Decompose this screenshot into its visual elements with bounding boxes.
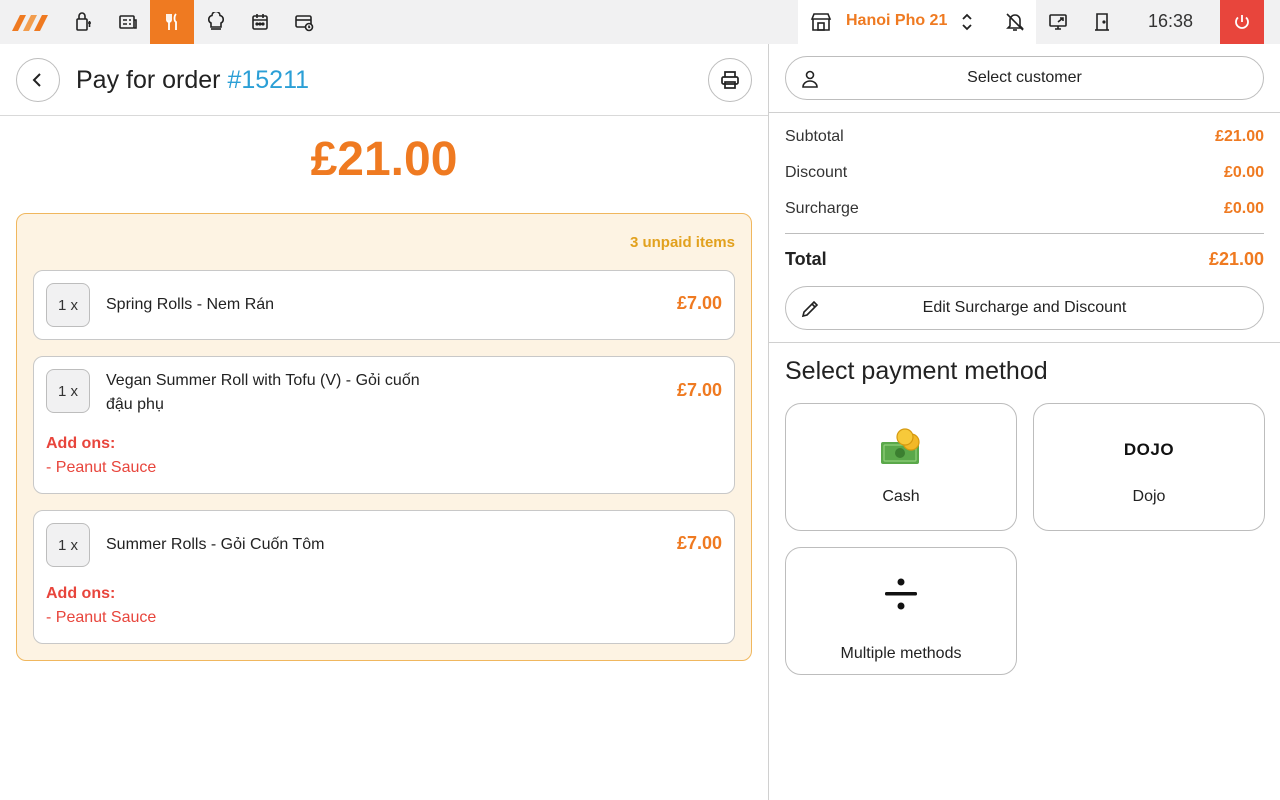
- subtotal-row: Subtotal £21.00: [785, 128, 1264, 146]
- page-title: Pay for order #15211: [76, 66, 309, 95]
- item-name: Spring Rolls - Nem Rán: [106, 296, 275, 313]
- subtotal-value: £21.00: [1215, 128, 1264, 145]
- total-value: £21.00: [1208, 249, 1264, 269]
- store-name[interactable]: Hanoi Pho 21: [846, 12, 947, 30]
- item-price: £7.00: [676, 293, 722, 313]
- item-quantity[interactable]: 1 x: [46, 523, 90, 567]
- edit-surcharge-discount-button[interactable]: Edit Surcharge and Discount: [785, 286, 1264, 330]
- user-icon: [802, 70, 818, 88]
- order-number: #15211: [227, 66, 310, 94]
- order-item[interactable]: 1 x Vegan Summer Roll with Tofu (V) - Gỏ…: [33, 356, 735, 494]
- power-button[interactable]: [1220, 0, 1264, 44]
- back-button[interactable]: [16, 58, 60, 102]
- unpaid-count: 3 unpaid items: [629, 234, 735, 251]
- surcharge-value: £0.00: [1223, 200, 1264, 217]
- receipt-icon[interactable]: [106, 0, 150, 44]
- calendar-icon[interactable]: [238, 0, 282, 44]
- door-icon[interactable]: [1080, 0, 1124, 44]
- cash-payment-card[interactable]: Cash: [785, 403, 1017, 531]
- store-icon: [810, 13, 832, 31]
- clock: 16:38: [1148, 11, 1194, 31]
- chevron-left-icon: [32, 73, 41, 87]
- total-label: Total: [785, 249, 827, 269]
- select-customer-label: Select customer: [967, 69, 1082, 86]
- chef-hat-icon[interactable]: [194, 0, 238, 44]
- edit-surcharge-discount-label: Edit Surcharge and Discount: [922, 299, 1127, 316]
- addon-item: - Peanut Sauce: [46, 459, 157, 476]
- item-name: Summer Rolls - Gỏi Cuốn Tôm: [106, 536, 325, 553]
- pencil-icon: [801, 300, 819, 318]
- discount-label: Discount: [785, 164, 848, 181]
- multiple-methods-label: Multiple methods: [840, 645, 962, 662]
- addon-item: - Peanut Sauce: [46, 609, 157, 626]
- card-clock-icon[interactable]: [282, 0, 326, 44]
- cutlery-icon[interactable]: [150, 0, 194, 44]
- order-header: Pay for order #15211: [0, 44, 768, 116]
- bell-off-icon[interactable]: [1004, 11, 1026, 33]
- subtotal-label: Subtotal: [785, 128, 844, 145]
- divide-icon: [885, 578, 917, 610]
- multiple-methods-card[interactable]: Multiple methods: [785, 547, 1017, 675]
- surcharge-label: Surcharge: [785, 200, 859, 217]
- dojo-logo: DOJO: [1123, 440, 1175, 459]
- divider: [769, 112, 1280, 113]
- unpaid-items-box: 3 unpaid items 1 x Spring Rolls - Nem Rá…: [16, 213, 752, 661]
- cash-label: Cash: [882, 488, 920, 505]
- logo-icon[interactable]: [10, 9, 50, 35]
- divider: [769, 342, 1280, 343]
- print-button[interactable]: [708, 58, 752, 102]
- payment-panel: Select customer Subtotal £21.00 Discount…: [769, 44, 1280, 800]
- item-name: Vegan Summer Roll with Tofu (V) - Gỏi cu…: [106, 372, 420, 413]
- order-amount: £21.00: [310, 133, 458, 186]
- order-item[interactable]: 1 x Spring Rolls - Nem Rán £7.00: [33, 270, 735, 340]
- item-quantity[interactable]: 1 x: [46, 283, 90, 327]
- order-item[interactable]: 1 x Summer Rolls - Gỏi Cuốn Tôm £7.00 Ad…: [33, 510, 735, 644]
- dojo-payment-card[interactable]: DOJO Dojo: [1033, 403, 1265, 531]
- store-selector[interactable]: Hanoi Pho 21: [798, 0, 1036, 44]
- dojo-label: Dojo: [1132, 488, 1166, 505]
- total-row: Total £21.00: [785, 249, 1264, 270]
- chevron-up-down-icon[interactable]: [960, 12, 974, 32]
- divider: [785, 233, 1264, 234]
- addons-title: Add ons:: [46, 435, 116, 452]
- takeaway-icon[interactable]: [62, 0, 106, 44]
- printer-icon: [721, 71, 739, 89]
- order-panel: Pay for order #15211 £21.00 3 unpaid ite…: [0, 44, 768, 800]
- power-icon: [1235, 15, 1249, 29]
- discount-value: £0.00: [1223, 164, 1264, 181]
- surcharge-row: Surcharge £0.00: [785, 200, 1264, 218]
- top-bar: Hanoi Pho 21 16:38: [0, 0, 1280, 44]
- page-title-prefix: Pay for order: [76, 66, 221, 94]
- discount-row: Discount £0.00: [785, 164, 1264, 182]
- payment-method-title: Select payment method: [785, 357, 1048, 385]
- addons-title: Add ons:: [46, 585, 116, 602]
- item-price: £7.00: [676, 380, 722, 400]
- item-price: £7.00: [676, 533, 722, 553]
- monitor-sync-icon[interactable]: [1036, 0, 1080, 44]
- item-quantity[interactable]: 1 x: [46, 369, 90, 413]
- cash-icon: [881, 428, 920, 464]
- select-customer-button[interactable]: Select customer: [785, 56, 1264, 100]
